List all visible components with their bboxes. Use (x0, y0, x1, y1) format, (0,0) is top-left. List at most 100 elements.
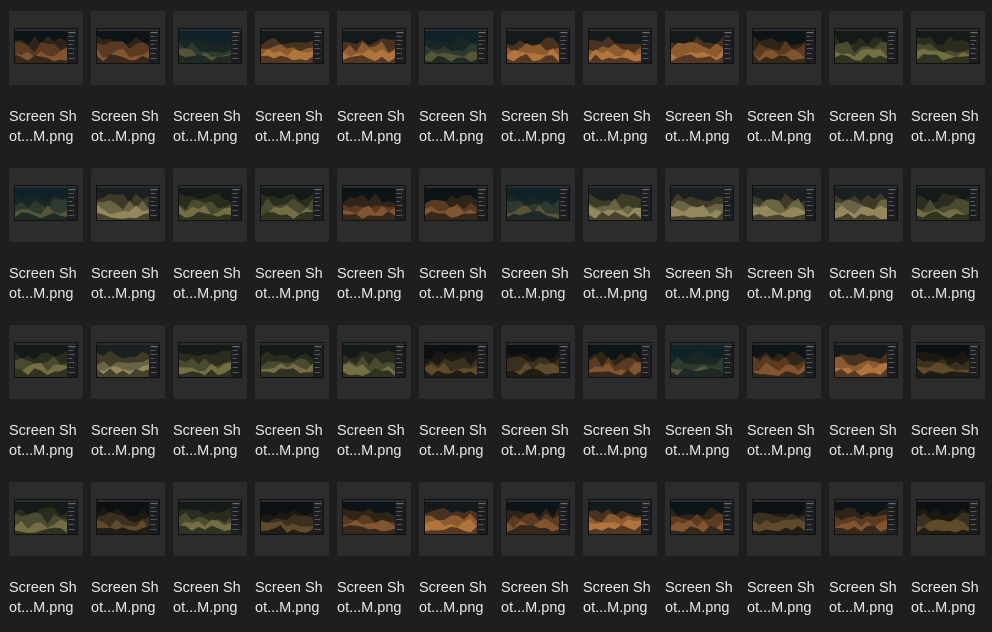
file-item[interactable]: Screen Sh ot...M.png (665, 482, 739, 632)
file-item[interactable]: Screen Sh ot...M.png (255, 11, 329, 161)
file-item[interactable]: Screen Sh ot...M.png (829, 168, 903, 318)
file-thumbnail[interactable] (91, 325, 165, 399)
file-item[interactable]: Screen Sh ot...M.png (173, 168, 247, 318)
file-item[interactable]: Screen Sh ot...M.png (501, 325, 575, 475)
file-item[interactable]: Screen Sh ot...M.png (9, 168, 83, 318)
file-item[interactable]: Screen Sh ot...M.png (91, 325, 165, 475)
file-thumbnail[interactable] (419, 168, 493, 242)
file-item[interactable]: Screen Sh ot...M.png (91, 11, 165, 161)
file-thumbnail[interactable] (501, 482, 575, 556)
file-thumbnail[interactable] (665, 325, 739, 399)
file-thumbnail[interactable] (829, 482, 903, 556)
file-item[interactable]: Screen Sh ot...M.png (9, 482, 83, 632)
file-item[interactable]: Screen Sh ot...M.png (583, 168, 657, 318)
file-thumbnail[interactable] (173, 11, 247, 85)
file-thumbnail[interactable] (911, 11, 985, 85)
file-item[interactable]: Screen Sh ot...M.png (337, 11, 411, 161)
file-item[interactable]: Screen Sh ot...M.png (255, 168, 329, 318)
file-thumbnail[interactable] (255, 482, 329, 556)
file-thumbnail[interactable] (419, 325, 493, 399)
file-thumbnail[interactable] (501, 168, 575, 242)
file-thumbnail[interactable] (91, 168, 165, 242)
file-item[interactable]: Screen Sh ot...M.png (255, 482, 329, 632)
file-item[interactable]: Screen Sh ot...M.png (173, 11, 247, 161)
file-thumbnail[interactable] (337, 11, 411, 85)
file-item[interactable]: Screen Sh ot...M.png (9, 11, 83, 161)
file-item[interactable]: Screen Sh ot...M.png (419, 168, 493, 318)
file-item[interactable]: Screen Sh ot...M.png (665, 168, 739, 318)
file-item[interactable]: Screen Sh ot...M.png (583, 482, 657, 632)
file-thumbnail[interactable] (9, 11, 83, 85)
file-thumbnail[interactable] (9, 482, 83, 556)
file-item[interactable]: Screen Sh ot...M.png (9, 325, 83, 475)
file-item[interactable]: Screen Sh ot...M.png (747, 325, 821, 475)
file-thumbnail[interactable] (501, 11, 575, 85)
file-item[interactable]: Screen Sh ot...M.png (665, 11, 739, 161)
file-thumbnail[interactable] (9, 168, 83, 242)
file-thumbnail[interactable] (911, 482, 985, 556)
file-thumbnail[interactable] (911, 168, 985, 242)
file-thumbnail[interactable] (255, 168, 329, 242)
file-thumbnail[interactable] (501, 325, 575, 399)
file-item[interactable]: Screen Sh ot...M.png (747, 168, 821, 318)
file-thumbnail[interactable] (665, 168, 739, 242)
file-item[interactable]: Screen Sh ot...M.png (583, 325, 657, 475)
file-item[interactable]: Screen Sh ot...M.png (419, 482, 493, 632)
file-thumbnail[interactable] (665, 482, 739, 556)
file-name-line-1: Screen Sh (173, 423, 241, 439)
file-thumbnail[interactable] (255, 11, 329, 85)
file-item[interactable]: Screen Sh ot...M.png (911, 482, 985, 632)
file-item[interactable]: Screen Sh ot...M.png (583, 11, 657, 161)
file-item[interactable]: Screen Sh ot...M.png (337, 325, 411, 475)
file-thumbnail[interactable] (829, 168, 903, 242)
file-thumbnail[interactable] (583, 11, 657, 85)
file-name-line-2: ot...M.png (583, 443, 648, 459)
file-item[interactable]: Screen Sh ot...M.png (337, 168, 411, 318)
file-thumbnail[interactable] (583, 325, 657, 399)
file-item[interactable]: Screen Sh ot...M.png (173, 482, 247, 632)
file-item[interactable]: Screen Sh ot...M.png (911, 11, 985, 161)
file-item[interactable]: Screen Sh ot...M.png (911, 325, 985, 475)
file-item[interactable]: Screen Sh ot...M.png (91, 482, 165, 632)
file-item[interactable]: Screen Sh ot...M.png (501, 168, 575, 318)
file-item[interactable]: Screen Sh ot...M.png (419, 11, 493, 161)
file-thumbnail[interactable] (911, 325, 985, 399)
file-thumbnail[interactable] (9, 325, 83, 399)
file-item[interactable]: Screen Sh ot...M.png (255, 325, 329, 475)
file-thumbnail[interactable] (173, 325, 247, 399)
file-thumbnail[interactable] (829, 325, 903, 399)
file-item[interactable]: Screen Sh ot...M.png (829, 325, 903, 475)
file-thumbnail[interactable] (173, 168, 247, 242)
file-item[interactable]: Screen Sh ot...M.png (829, 482, 903, 632)
file-item[interactable]: Screen Sh ot...M.png (747, 11, 821, 161)
file-item[interactable]: Screen Sh ot...M.png (501, 482, 575, 632)
screenshot-preview-image (753, 500, 815, 534)
file-thumbnail[interactable] (337, 482, 411, 556)
file-thumbnail[interactable] (255, 325, 329, 399)
file-name-line-2: ot...M.png (747, 286, 812, 302)
file-thumbnail[interactable] (419, 482, 493, 556)
file-thumbnail[interactable] (747, 482, 821, 556)
file-item[interactable]: Screen Sh ot...M.png (337, 482, 411, 632)
file-thumbnail[interactable] (91, 11, 165, 85)
file-item[interactable]: Screen Sh ot...M.png (911, 168, 985, 318)
file-thumbnail[interactable] (337, 325, 411, 399)
file-thumbnail[interactable] (91, 482, 165, 556)
file-item[interactable]: Screen Sh ot...M.png (829, 11, 903, 161)
file-thumbnail[interactable] (337, 168, 411, 242)
file-item[interactable]: Screen Sh ot...M.png (665, 325, 739, 475)
file-item[interactable]: Screen Sh ot...M.png (173, 325, 247, 475)
file-thumbnail[interactable] (583, 168, 657, 242)
file-thumbnail[interactable] (173, 482, 247, 556)
file-item[interactable]: Screen Sh ot...M.png (747, 482, 821, 632)
file-item[interactable]: Screen Sh ot...M.png (419, 325, 493, 475)
file-thumbnail[interactable] (747, 325, 821, 399)
file-thumbnail[interactable] (665, 11, 739, 85)
file-thumbnail[interactable] (419, 11, 493, 85)
file-thumbnail[interactable] (747, 168, 821, 242)
file-item[interactable]: Screen Sh ot...M.png (501, 11, 575, 161)
file-thumbnail[interactable] (747, 11, 821, 85)
file-item[interactable]: Screen Sh ot...M.png (91, 168, 165, 318)
file-thumbnail[interactable] (829, 11, 903, 85)
file-thumbnail[interactable] (583, 482, 657, 556)
